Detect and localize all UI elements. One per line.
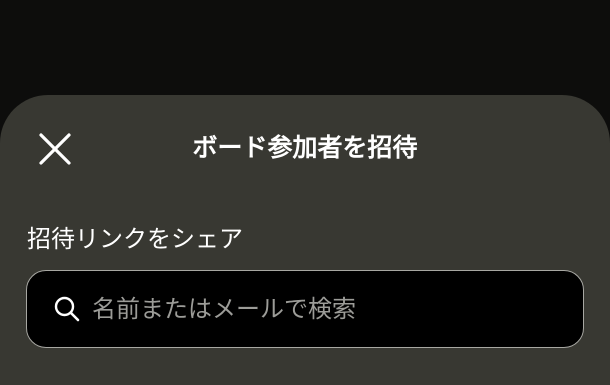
sheet-title: ボード参加者を招待 [192,133,418,162]
search-icon [52,294,82,324]
share-invite-link-label: 招待リンクをシェア [27,225,243,253]
search-input[interactable] [92,289,583,329]
search-field[interactable] [26,270,584,348]
invite-sheet: ボード参加者を招待 招待リンクをシェア [0,95,610,385]
